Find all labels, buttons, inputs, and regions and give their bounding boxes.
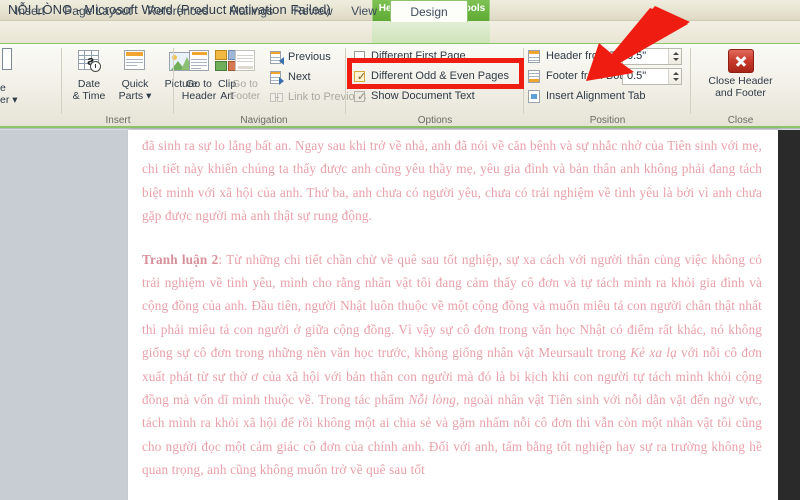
ribbon-group-navigation: Go to Header Go to Footer Previous Next … [174, 44, 366, 127]
close-group-label: Close [727, 115, 754, 126]
paragraph-1: đã sinh ra sự lo lắng bất an. Ngay sau k… [142, 138, 762, 224]
next-section-icon [270, 71, 284, 85]
ribbon: e er ▾ ƨ Date & Time Quick Parts ▾ Pictu… [0, 43, 800, 128]
tab-references[interactable]: References [140, 0, 216, 22]
footer-from-bottom-value: 0.5" [627, 70, 647, 82]
go-to-header-icon [185, 48, 213, 76]
tab-design[interactable]: Design [390, 0, 468, 22]
contextual-tab-zone [372, 21, 490, 43]
document-page[interactable]: đã sinh ra sự lo lắng bất an. Ngay sau k… [128, 130, 778, 500]
show-document-text-checkbox[interactable]: ✓ [354, 91, 367, 103]
different-odd-even-pages-label: Different Odd & Even Pages [371, 70, 509, 82]
previous-section-icon [270, 51, 284, 65]
document-body-text[interactable]: đã sinh ra sự lo lắng bất an. Ngay sau k… [142, 134, 762, 500]
ribbon-group-options: Different First Page ✓ Different Odd & E… [346, 44, 524, 127]
tab-view[interactable]: View [342, 0, 386, 22]
document-canvas: đã sinh ra sự lo lắng bất an. Ngay sau k… [0, 130, 800, 500]
ribbon-group-close: Close Header and Footer Close [691, 44, 790, 127]
insert-group-label: Insert [105, 115, 131, 126]
checkmark-icon: ✓ [357, 71, 367, 83]
different-first-page-checkbox[interactable] [354, 51, 365, 62]
go-to-header-button[interactable]: Go to Header [176, 47, 222, 111]
spin-up-icon[interactable] [673, 52, 679, 55]
different-odd-even-pages-checkbox[interactable]: ✓ [354, 71, 367, 83]
footer-from-bottom-spin-buttons[interactable] [668, 69, 681, 84]
go-to-footer-label: Go to Footer [229, 78, 261, 102]
navigation-group-label: Navigation [240, 115, 288, 126]
header-from-top-spin-buttons[interactable] [668, 49, 681, 64]
go-to-footer-button[interactable]: Go to Footer [222, 47, 268, 111]
insert-alignment-tab-label: Insert Alignment Tab [546, 90, 646, 102]
quick-parts-button[interactable]: Quick Parts ▾ [112, 47, 158, 111]
link-to-previous-icon [270, 91, 284, 105]
paragraph-2: Tranh luận 2: Từ những chi tiết chần chừ… [142, 251, 763, 478]
page-number-icon [2, 48, 12, 70]
tab-review[interactable]: Review [286, 0, 340, 22]
header-from-top-value: 0.5" [627, 50, 647, 62]
header-from-top-stepper[interactable]: 0.5" [622, 48, 682, 65]
tab-insert[interactable]: Insert [4, 0, 56, 22]
ribbon-group-header-footer: e er ▾ [0, 44, 62, 127]
spin-down-icon[interactable] [673, 78, 679, 81]
window-right-edge [778, 130, 800, 500]
word-application-window: NỖI LÒNG - Microsoft Word (Product Activ… [0, 0, 800, 500]
go-to-footer-icon [231, 48, 259, 76]
next-section-label: Next [288, 71, 311, 83]
header-footer-partial-label-2[interactable]: er ▾ [0, 94, 18, 106]
options-group-label: Options [417, 115, 453, 126]
checkmark-icon: ✓ [357, 91, 367, 103]
page-top-clip [128, 130, 778, 139]
previous-section-label: Previous [288, 51, 331, 63]
ribbon-group-insert: ƨ Date & Time Quick Parts ▾ Picture Clip… [62, 44, 240, 127]
position-group-label: Position [589, 115, 626, 126]
date-and-time-icon: ƨ [75, 48, 103, 76]
spin-down-icon[interactable] [673, 58, 679, 61]
footer-from-bottom-stepper[interactable]: 0.5" [622, 68, 682, 85]
tab-mailings[interactable]: Mailings [218, 0, 284, 22]
insert-alignment-tab-icon [528, 90, 542, 104]
spin-up-icon[interactable] [673, 72, 679, 75]
close-header-footer-icon [727, 49, 754, 73]
header-from-top-label: Header from Top: [546, 50, 631, 62]
date-and-time-button[interactable]: ƨ Date & Time [66, 47, 112, 111]
close-header-and-footer-button[interactable]: Close Header and Footer [691, 48, 790, 112]
different-first-page-label: Different First Page [371, 50, 466, 62]
tab-page-layout[interactable]: Page Layout [58, 0, 138, 22]
show-document-text-label: Show Document Text [371, 90, 475, 102]
footer-from-bottom-icon [528, 70, 542, 84]
quick-parts-icon [121, 48, 149, 76]
close-header-and-footer-label: Close Header and Footer [708, 75, 773, 99]
header-footer-partial-label-1[interactable]: e [0, 82, 6, 94]
header-from-top-icon [528, 50, 542, 64]
ribbon-group-position: Header from Top: 0.5" Footer from Bottom… [524, 44, 691, 127]
